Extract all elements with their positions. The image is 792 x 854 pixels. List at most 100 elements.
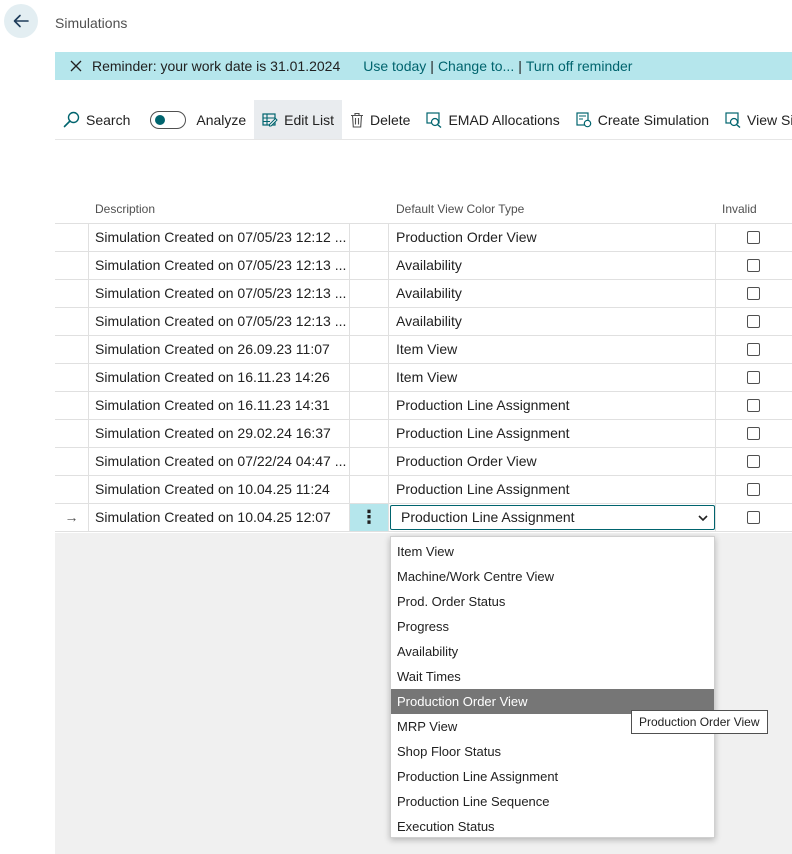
turn-off-reminder-link[interactable]: Turn off reminder <box>526 58 633 74</box>
dropdown-option[interactable]: Progress <box>391 614 714 639</box>
description-cell[interactable]: Simulation Created on 16.11.23 14:31 <box>89 392 349 419</box>
row-marker[interactable] <box>55 308 89 335</box>
row-actions-cell[interactable] <box>349 476 389 503</box>
type-select-value: Production Line Assignment <box>401 509 575 525</box>
invalid-checkbox[interactable] <box>747 231 760 244</box>
type-cell[interactable]: Item View <box>389 336 715 363</box>
type-cell[interactable]: Availability <box>389 280 715 307</box>
row-actions-cell[interactable] <box>349 392 389 419</box>
delete-button[interactable]: Delete <box>342 100 418 139</box>
dropdown-option[interactable]: Item View <box>391 539 714 564</box>
edit-list-label: Edit List <box>284 111 334 128</box>
invalid-cell <box>715 280 792 307</box>
reminder-separator: | <box>518 58 522 74</box>
table-row[interactable]: Simulation Created on 26.09.23 11:07 Item… <box>55 336 792 364</box>
description-cell[interactable]: Simulation Created on 07/05/23 12:12 ... <box>89 224 349 251</box>
description-cell[interactable]: Simulation Created on 26.09.23 11:07 <box>89 336 349 363</box>
description-cell[interactable]: Simulation Created on 07/22/24 04:47 ... <box>89 448 349 475</box>
type-cell[interactable]: Production Line Assignment <box>389 420 715 447</box>
table-row[interactable]: Simulation Created on 07/05/23 12:13 ...… <box>55 280 792 308</box>
change-to-link[interactable]: Change to... <box>438 58 514 74</box>
invalid-checkbox[interactable] <box>747 315 760 328</box>
table-row[interactable]: Simulation Created on 07/05/23 12:13 ...… <box>55 308 792 336</box>
table-row[interactable]: Simulation Created on 29.02.24 16:37 Prod… <box>55 420 792 448</box>
page-title: Simulations <box>55 15 128 31</box>
create-simulation-button[interactable]: Create Simulation <box>568 100 717 139</box>
dropdown-option[interactable]: Machine/Work Centre View <box>391 564 714 589</box>
table-row[interactable]: Simulation Created on 16.11.23 14:26 Item… <box>55 364 792 392</box>
row-marker[interactable] <box>55 476 89 503</box>
row-marker[interactable] <box>55 392 89 419</box>
column-header-type[interactable]: Default View Color Type <box>396 202 524 216</box>
row-actions-cell[interactable] <box>349 252 389 279</box>
invalid-checkbox[interactable] <box>747 455 760 468</box>
row-actions-cell[interactable] <box>349 448 389 475</box>
type-cell[interactable]: Production Order View <box>389 224 715 251</box>
description-cell[interactable]: Simulation Created on 10.04.25 12:07 <box>89 504 349 531</box>
type-cell[interactable]: Availability <box>389 252 715 279</box>
emad-allocations-button[interactable]: EMAD Allocations <box>418 100 567 139</box>
row-marker[interactable] <box>55 420 89 447</box>
invalid-checkbox[interactable] <box>747 483 760 496</box>
reminder-text: Reminder: your work date is 31.01.2024 <box>92 58 341 74</box>
invalid-checkbox[interactable] <box>747 343 760 356</box>
type-cell[interactable]: Production Line Assignment <box>389 392 715 419</box>
row-actions-button[interactable]: ⋮ <box>349 504 389 531</box>
table-row[interactable]: Simulation Created on 10.04.25 11:24 Prod… <box>55 476 792 504</box>
invalid-checkbox[interactable] <box>747 427 760 440</box>
table-row-selected[interactable]: → Simulation Created on 10.04.25 12:07 ⋮… <box>55 504 792 532</box>
close-reminder-button[interactable] <box>68 58 84 74</box>
type-cell[interactable]: Production Line Assignment <box>389 476 715 503</box>
description-cell[interactable]: Simulation Created on 29.02.24 16:37 <box>89 420 349 447</box>
description-cell[interactable]: Simulation Created on 16.11.23 14:26 <box>89 364 349 391</box>
row-actions-cell[interactable] <box>349 420 389 447</box>
analyze-toggle[interactable]: Analyze <box>138 100 254 139</box>
type-cell[interactable]: Item View <box>389 364 715 391</box>
table-row[interactable]: Simulation Created on 16.11.23 14:31 Prod… <box>55 392 792 420</box>
table-row[interactable]: Simulation Created on 07/22/24 04:47 ...… <box>55 448 792 476</box>
table-row[interactable]: Simulation Created on 07/05/23 12:12 ...… <box>55 224 792 252</box>
row-actions-cell[interactable] <box>349 336 389 363</box>
delete-label: Delete <box>369 111 411 128</box>
description-cell[interactable]: Simulation Created on 07/05/23 12:13 ... <box>89 308 349 335</box>
row-marker[interactable] <box>55 280 89 307</box>
row-actions-cell[interactable] <box>349 280 389 307</box>
search-button[interactable]: Search <box>55 100 138 139</box>
dropdown-option[interactable]: Prod. Order Status <box>391 589 714 614</box>
invalid-checkbox[interactable] <box>747 259 760 272</box>
back-button[interactable] <box>4 4 38 38</box>
row-marker[interactable] <box>55 364 89 391</box>
row-marker[interactable] <box>55 252 89 279</box>
edit-list-button[interactable]: Edit List <box>254 100 342 139</box>
column-header-description[interactable]: Description <box>95 202 155 216</box>
row-marker[interactable] <box>55 224 89 251</box>
column-header-invalid[interactable]: Invalid <box>722 202 757 216</box>
dropdown-option[interactable]: Wait Times <box>391 664 714 689</box>
invalid-checkbox[interactable] <box>747 511 760 524</box>
description-cell[interactable]: Simulation Created on 07/05/23 12:13 ... <box>89 280 349 307</box>
description-cell[interactable]: Simulation Created on 07/05/23 12:13 ... <box>89 252 349 279</box>
invalid-checkbox[interactable] <box>747 287 760 300</box>
dropdown-option[interactable]: Production Line Assignment <box>391 764 714 789</box>
type-select[interactable]: Production Line Assignment <box>390 505 715 530</box>
row-actions-cell[interactable] <box>349 364 389 391</box>
dropdown-option[interactable]: Shop Floor Status <box>391 739 714 764</box>
dropdown-option[interactable]: Production Line Sequence <box>391 789 714 814</box>
reminder-banner: Reminder: your work date is 31.01.2024 U… <box>55 52 792 80</box>
toggle-switch[interactable] <box>150 110 187 129</box>
use-today-link[interactable]: Use today <box>363 58 426 74</box>
dropdown-option[interactable]: Execution Status <box>391 814 714 839</box>
description-cell[interactable]: Simulation Created on 10.04.25 11:24 <box>89 476 349 503</box>
view-simulation-button[interactable]: View Sim <box>717 100 792 139</box>
invalid-checkbox[interactable] <box>747 371 760 384</box>
type-cell[interactable]: Production Order View <box>389 448 715 475</box>
type-cell[interactable]: Availability <box>389 308 715 335</box>
type-cell[interactable]: Production Line Assignment <box>389 504 715 531</box>
row-marker[interactable] <box>55 448 89 475</box>
row-actions-cell[interactable] <box>349 308 389 335</box>
dropdown-option[interactable]: Availability <box>391 639 714 664</box>
table-row[interactable]: Simulation Created on 07/05/23 12:13 ...… <box>55 252 792 280</box>
row-marker[interactable] <box>55 336 89 363</box>
invalid-checkbox[interactable] <box>747 399 760 412</box>
row-actions-cell[interactable] <box>349 224 389 251</box>
